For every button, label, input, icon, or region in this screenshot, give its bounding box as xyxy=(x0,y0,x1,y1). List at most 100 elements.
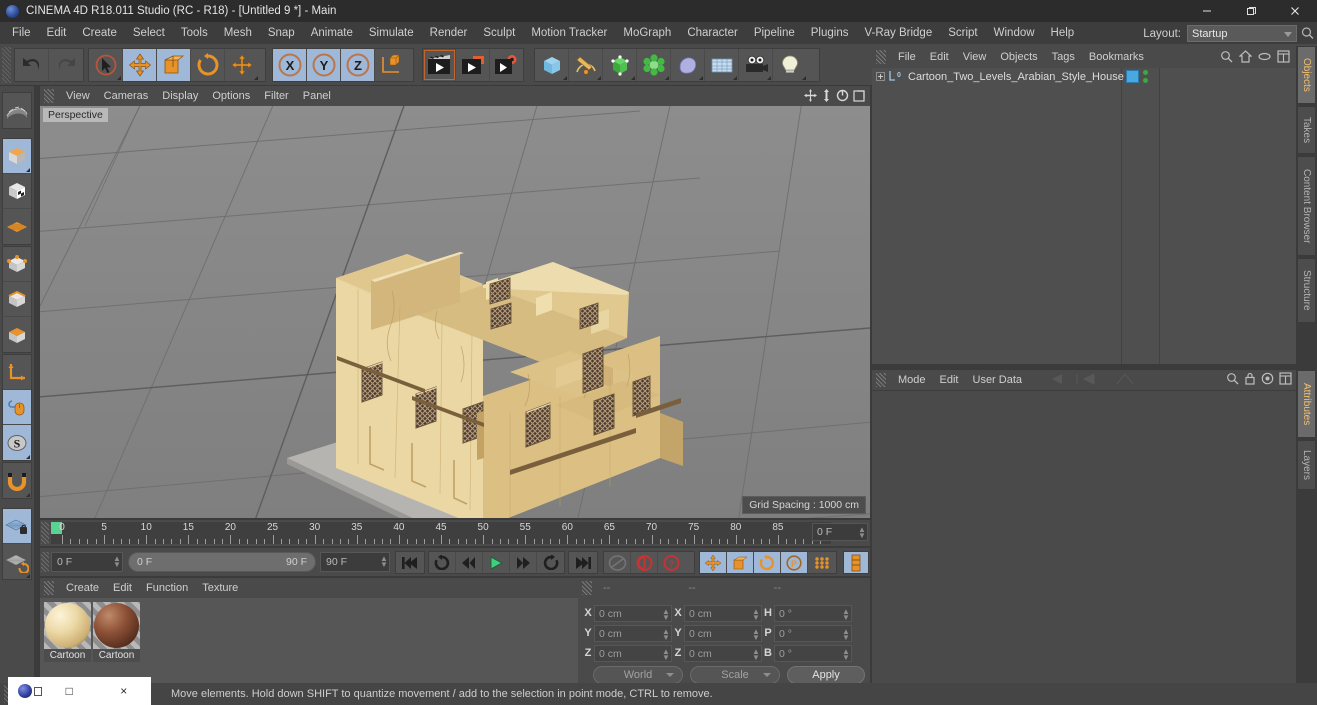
viewport-menu-display[interactable]: Display xyxy=(155,88,205,104)
tool-expand-corner[interactable] xyxy=(254,76,258,80)
render-view-button[interactable] xyxy=(423,49,457,81)
keyframe-selection-button[interactable]: ? xyxy=(658,552,685,573)
polygons-mode-icon[interactable] xyxy=(3,317,31,352)
tool-expand-corner[interactable] xyxy=(631,76,635,80)
object-menu-edit[interactable]: Edit xyxy=(923,49,956,65)
toolbar-grip[interactable] xyxy=(2,47,11,83)
material-menu-create[interactable]: Create xyxy=(59,580,106,596)
coord-input-pos-y[interactable]: 0 cm ▲ ▼ xyxy=(594,624,672,642)
points-mode-icon[interactable] xyxy=(3,247,31,282)
tool-expand-corner[interactable] xyxy=(699,76,703,80)
play-forwards-button[interactable] xyxy=(483,552,510,573)
live-selection-tool[interactable] xyxy=(89,49,123,81)
menu-file[interactable]: File xyxy=(4,24,39,42)
tool-expand-corner[interactable] xyxy=(733,76,737,80)
viewport-canvas[interactable]: Y X Z xyxy=(40,106,870,518)
menu-simulate[interactable]: Simulate xyxy=(361,24,422,42)
record-parameter-button[interactable]: P xyxy=(781,552,808,573)
object-menu-file[interactable]: File xyxy=(891,49,923,65)
generator-button[interactable] xyxy=(603,49,637,81)
workplane-lock-icon[interactable] xyxy=(3,509,31,544)
go-to-end-button[interactable] xyxy=(569,552,596,573)
stepper-icon[interactable]: ▲ ▼ xyxy=(662,607,670,621)
target-icon[interactable] xyxy=(1261,372,1274,388)
close-button[interactable] xyxy=(1273,0,1317,22)
object-menu-objects[interactable]: Objects xyxy=(993,49,1044,65)
stepper-icon[interactable]: ▲ ▼ xyxy=(113,555,121,569)
render-to-picture-viewer-button[interactable] xyxy=(456,49,490,81)
visibility-dots-icon[interactable] xyxy=(1143,70,1151,83)
stepper-icon[interactable]: ▲ ▼ xyxy=(752,627,760,641)
preview-range-slider[interactable]: 0 F 90 F xyxy=(128,552,316,572)
tab-structure[interactable]: Structure xyxy=(1297,258,1316,323)
record-rotation-button[interactable] xyxy=(754,552,781,573)
go-to-next-key-button[interactable] xyxy=(510,552,537,573)
tool-expand-corner[interactable] xyxy=(26,493,30,497)
overlay-mini-window[interactable]: □ × xyxy=(8,677,151,705)
workplane-icon[interactable] xyxy=(3,209,31,244)
attribute-menu-edit[interactable]: Edit xyxy=(933,372,966,388)
uv-texture-icon[interactable] xyxy=(3,93,31,128)
coordinate-mode-select[interactable]: Scale xyxy=(690,666,780,684)
edges-mode-icon[interactable] xyxy=(3,282,31,317)
menu-script[interactable]: Script xyxy=(940,24,985,42)
camera-button[interactable] xyxy=(739,49,773,81)
object-menu-tags[interactable]: Tags xyxy=(1045,49,1082,65)
menu-character[interactable]: Character xyxy=(679,24,746,42)
timeline-grip[interactable] xyxy=(41,522,49,544)
tab-objects[interactable]: Objects xyxy=(1297,46,1316,104)
link-icon[interactable] xyxy=(1258,50,1271,66)
viewport-grip[interactable] xyxy=(44,89,54,103)
material-menu-function[interactable]: Function xyxy=(139,580,195,596)
attribute-content[interactable] xyxy=(872,390,1296,683)
object-manager-grip[interactable] xyxy=(876,50,886,64)
stepper-icon[interactable]: ▲ ▼ xyxy=(842,647,850,661)
menu-create[interactable]: Create xyxy=(74,24,125,42)
cube-primitive-button[interactable] xyxy=(535,49,569,81)
tool-expand-corner[interactable] xyxy=(767,76,771,80)
menu-window[interactable]: Window xyxy=(986,24,1043,42)
lock-z-axis-button[interactable]: Z xyxy=(341,49,375,81)
minimize-button[interactable] xyxy=(1185,0,1229,22)
tool-expand-corner[interactable] xyxy=(26,574,30,578)
redo-button[interactable] xyxy=(49,49,83,81)
menu-sculpt[interactable]: Sculpt xyxy=(475,24,523,42)
overlay-close-button[interactable]: × xyxy=(97,684,152,698)
timeline-current-frame-field[interactable]: 0 F ▲ ▼ xyxy=(812,523,868,541)
move-view-icon[interactable] xyxy=(804,89,817,105)
move-axis-tool[interactable] xyxy=(225,49,259,81)
material-manager-grip[interactable] xyxy=(44,581,54,595)
search-icon[interactable] xyxy=(1300,26,1315,41)
viewport-menu-filter[interactable]: Filter xyxy=(257,88,295,104)
rotate-tool[interactable] xyxy=(191,49,225,81)
coord-input-size-z[interactable]: 0 cm ▲ ▼ xyxy=(684,644,762,662)
coord-input-size-y[interactable]: 0 cm ▲ ▼ xyxy=(684,624,762,642)
stepper-icon[interactable]: ▲ ▼ xyxy=(842,607,850,621)
record-active-objects-button[interactable] xyxy=(631,552,658,573)
go-to-previous-key-button[interactable] xyxy=(429,552,456,573)
menu-plugins[interactable]: Plugins xyxy=(803,24,857,42)
tool-expand-corner[interactable] xyxy=(563,76,567,80)
stepper-icon[interactable]: ▲ ▼ xyxy=(662,647,670,661)
max-frame-input[interactable]: 90 F ▲ ▼ xyxy=(320,552,390,572)
material-item[interactable]: Cartoon xyxy=(44,602,91,679)
stepper-icon[interactable]: ▲ ▼ xyxy=(662,627,670,641)
stepper-icon[interactable]: ▲ ▼ xyxy=(842,627,850,641)
apply-button[interactable]: Apply xyxy=(787,666,865,684)
menu-mograph[interactable]: MoGraph xyxy=(615,24,679,42)
key-interpolation-button[interactable] xyxy=(844,552,868,573)
stepper-icon[interactable]: ▲ ▼ xyxy=(858,526,866,540)
render-settings-button[interactable] xyxy=(489,49,523,81)
menu-motion-tracker[interactable]: Motion Tracker xyxy=(523,24,615,42)
material-menu-texture[interactable]: Texture xyxy=(195,580,245,596)
tool-expand-corner[interactable] xyxy=(665,76,669,80)
menu-mesh[interactable]: Mesh xyxy=(216,24,260,42)
viewport-menu-panel[interactable]: Panel xyxy=(296,88,338,104)
expand-toggle-icon[interactable] xyxy=(876,72,885,81)
loop-button[interactable] xyxy=(537,552,564,573)
menu-select[interactable]: Select xyxy=(125,24,173,42)
object-menu-bookmarks[interactable]: Bookmarks xyxy=(1082,49,1151,65)
tab-layers[interactable]: Layers xyxy=(1297,440,1316,490)
world-object-coordinates-button[interactable] xyxy=(375,49,409,81)
object-menu-view[interactable]: View xyxy=(956,49,994,65)
